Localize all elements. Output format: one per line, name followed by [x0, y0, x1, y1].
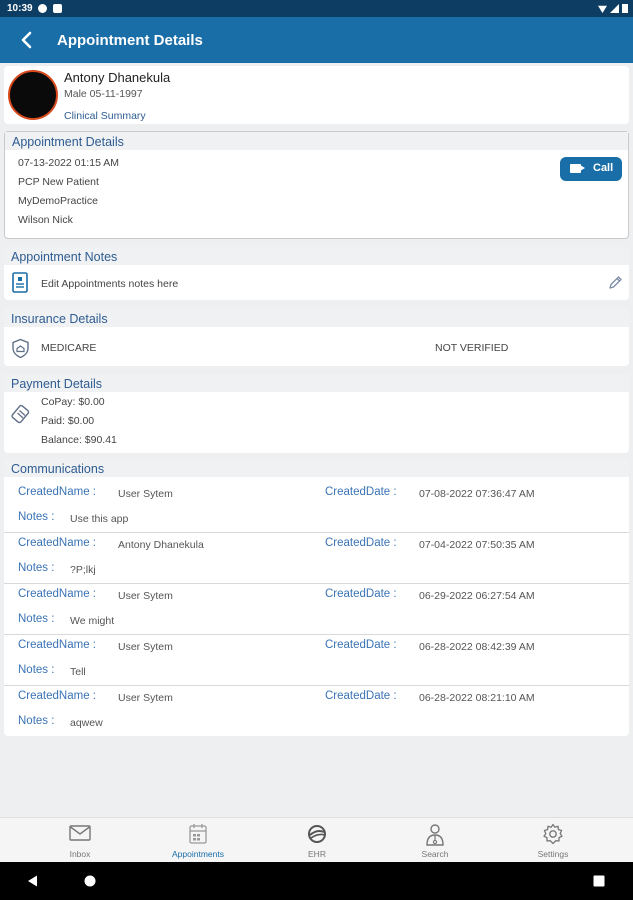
nav-settings[interactable]: Settings	[490, 818, 616, 863]
video-camera-icon	[570, 164, 585, 173]
clinical-summary-link[interactable]: Clinical Summary	[64, 110, 146, 122]
communication-name-value: User Sytem	[118, 488, 173, 500]
communication-name-value: User Sytem	[118, 590, 173, 602]
sim-icon	[53, 4, 62, 13]
communication-date-value: 07-04-2022 07:50:35 AM	[419, 539, 535, 551]
page-title: Appointment Details	[57, 32, 203, 49]
communication-notes-key: Notes :	[18, 715, 55, 727]
patient-gender-dob: Male 05-11-1997	[64, 88, 143, 100]
system-navigation-bar	[0, 862, 633, 900]
calendar-icon	[189, 824, 207, 844]
status-bar: 10:39	[0, 0, 633, 17]
communication-date-key: CreatedDate :	[325, 690, 397, 702]
communication-notes-value: Use this app	[70, 513, 129, 525]
communication-notes-value: We might	[70, 615, 115, 627]
communication-entry: CreatedName : User Sytem CreatedDate : 06-2…	[4, 584, 629, 635]
copay-amount: CoPay: $0.00	[41, 396, 105, 408]
communication-name-value: User Sytem	[118, 641, 173, 653]
communication-date-value: 06-28-2022 08:42:39 AM	[419, 641, 535, 653]
mail-icon	[69, 825, 91, 841]
insurance-name: MEDICARE	[41, 342, 97, 354]
appointment-notes-heading: Appointment Notes	[4, 247, 629, 265]
communication-name-value: User Sytem	[118, 692, 173, 704]
communication-date-key: CreatedDate :	[325, 537, 397, 549]
communication-name-key: CreatedName :	[18, 486, 96, 498]
nav-search-label: Search	[421, 849, 449, 859]
appointment-provider: Wilson Nick	[18, 214, 73, 226]
back-arrow-icon[interactable]	[15, 28, 39, 52]
communication-entry: CreatedName : User Sytem CreatedDate : 07-0…	[4, 482, 629, 533]
communication-name-key: CreatedName :	[18, 537, 96, 549]
communication-entry: CreatedName : Antony Dhanekula CreatedDate…	[4, 533, 629, 584]
battery-icon	[622, 4, 628, 13]
communication-date-value: 06-28-2022 08:21:10 AM	[419, 692, 535, 704]
communication-date-value: 07-08-2022 07:36:47 AM	[419, 488, 535, 500]
nav-inbox-label: Inbox	[69, 849, 91, 859]
notes-text[interactable]: Edit Appointments notes here	[41, 278, 178, 290]
communication-notes-value: aqwew	[70, 717, 103, 729]
communication-date-key: CreatedDate :	[325, 639, 397, 651]
communication-name-key: CreatedName :	[18, 639, 96, 651]
system-back-icon[interactable]	[26, 874, 40, 888]
communications-card: Communications CreatedName : User Sytem Cr…	[4, 459, 629, 736]
system-recents-icon[interactable]	[593, 875, 605, 887]
nav-settings-label: Settings	[537, 849, 569, 859]
paid-amount: Paid: $0.00	[41, 415, 95, 427]
insurance-details-card: Insurance Details MEDICARE NOT VERIFIED	[4, 309, 629, 366]
avatar	[8, 70, 58, 120]
communication-date-key: CreatedDate :	[325, 588, 397, 600]
communication-notes-key: Notes :	[18, 613, 55, 625]
nav-ehr-label: EHR	[308, 849, 326, 859]
nav-appointments[interactable]: Appointments	[135, 818, 261, 863]
wifi-icon	[598, 5, 607, 13]
notification-icon	[38, 4, 47, 13]
balance-amount: Balance: $90.41	[41, 434, 117, 446]
communication-notes-value: Tell	[70, 666, 86, 678]
appointment-details-card: Appointment Details 07-13-2022 01:15 AM …	[4, 131, 629, 239]
app-bar: Appointment Details	[0, 17, 633, 63]
payment-details-card: Payment Details CoPay: $0.00 Paid: $0.00…	[4, 374, 629, 453]
communication-notes-key: Notes :	[18, 562, 55, 574]
insurance-details-heading: Insurance Details	[4, 309, 629, 327]
pencil-edit-icon[interactable]	[608, 275, 623, 290]
communication-entry: CreatedName : User Sytem CreatedDate : 06-2…	[4, 635, 629, 686]
system-home-icon[interactable]	[83, 874, 97, 888]
communication-name-value: Antony Dhanekula	[118, 539, 204, 551]
nav-appointments-label: Appointments	[172, 849, 224, 859]
appointment-type: PCP New Patient	[18, 176, 99, 188]
signal-icon	[610, 4, 619, 13]
communication-notes-key: Notes :	[18, 511, 55, 523]
appointment-datetime: 07-13-2022 01:15 AM	[18, 157, 119, 169]
patient-card: Antony Dhanekula Male 05-11-1997 Clinica…	[4, 66, 629, 124]
communication-date-key: CreatedDate :	[325, 486, 397, 498]
communications-heading: Communications	[4, 459, 629, 477]
payment-tag-icon	[11, 404, 30, 424]
patient-name: Antony Dhanekula	[64, 70, 171, 85]
appointment-practice: MyDemoPractice	[18, 195, 98, 207]
doctor-search-icon	[426, 824, 444, 846]
nav-search[interactable]: Search	[372, 818, 498, 863]
insurance-status: NOT VERIFIED	[435, 342, 509, 354]
status-time: 10:39	[7, 3, 33, 14]
shield-icon	[12, 338, 29, 359]
communication-entry: CreatedName : User Sytem CreatedDate : 06-2…	[4, 686, 629, 737]
notes-document-icon	[12, 272, 28, 293]
communication-name-key: CreatedName :	[18, 690, 96, 702]
nav-inbox[interactable]: Inbox	[17, 818, 143, 863]
ehr-logo-icon	[308, 825, 326, 843]
communication-notes-value: ?P;lkj	[70, 564, 96, 576]
nav-ehr[interactable]: EHR	[254, 818, 380, 863]
appointment-notes-card: Appointment Notes Edit Appointments note…	[4, 247, 629, 300]
communication-notes-key: Notes :	[18, 664, 55, 676]
call-button[interactable]: Call	[560, 157, 622, 181]
communication-name-key: CreatedName :	[18, 588, 96, 600]
appointment-details-heading: Appointment Details	[5, 132, 628, 150]
call-button-label: Call	[593, 162, 614, 174]
payment-details-heading: Payment Details	[4, 374, 629, 392]
bottom-navigation: Inbox Appointments EHR Search Settings	[0, 817, 633, 862]
gear-icon	[543, 823, 563, 845]
communication-date-value: 06-29-2022 06:27:54 AM	[419, 590, 535, 602]
